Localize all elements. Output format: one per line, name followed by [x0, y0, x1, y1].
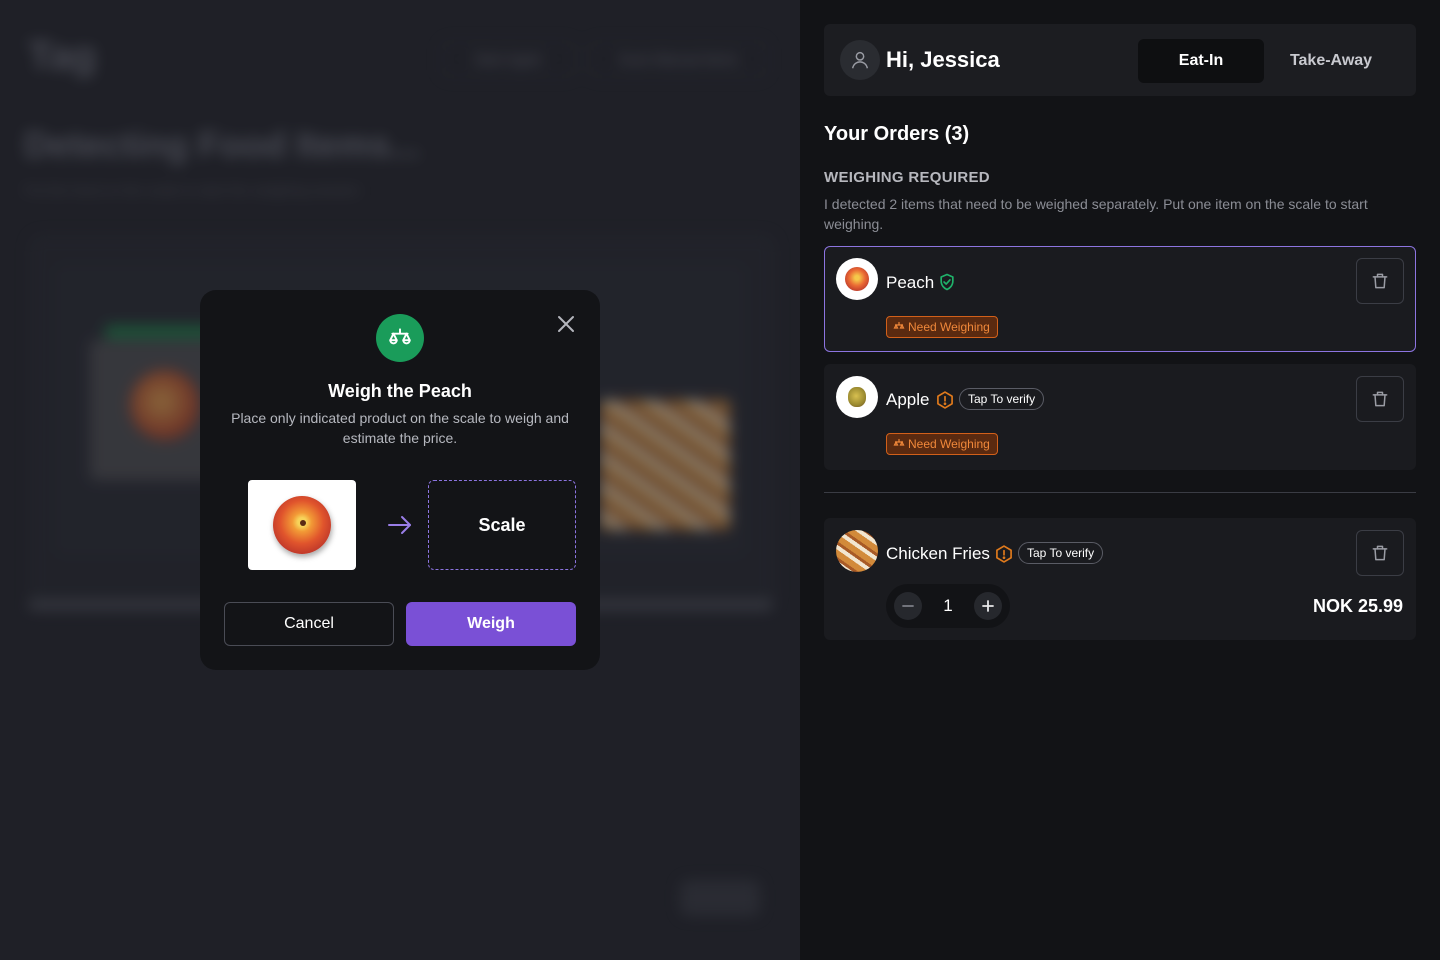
delete-button[interactable]	[1356, 258, 1404, 304]
detecting-title: Detecting Food Items...	[24, 124, 421, 165]
cancel-button[interactable]: Cancel	[224, 602, 394, 646]
trash-icon	[1372, 273, 1388, 289]
orders-title: Your Orders (3)	[824, 123, 970, 145]
help-button	[680, 880, 760, 916]
tap-to-verify-button[interactable]: Tap To verify	[959, 388, 1045, 410]
detected-fries	[600, 400, 730, 530]
start-again-button: Start Again	[440, 40, 576, 78]
badge-label: Need Weighing	[908, 320, 990, 334]
divider	[824, 492, 1416, 493]
chicken-fries-thumbnail	[836, 530, 878, 572]
modal-title: Weigh the Peach	[328, 381, 472, 401]
scale-target: Scale	[428, 480, 576, 570]
take-away-tab[interactable]: Take-Away	[1268, 39, 1394, 83]
detecting-subtitle: Put the food on the scale to start the w…	[24, 182, 360, 198]
order-panel: Hi, Jessica Eat-In Take-Away Your Orders…	[800, 0, 1440, 960]
warning-icon	[935, 390, 955, 410]
greeting: Hi, Jessica	[886, 47, 1000, 72]
quantity-stepper: 1	[886, 584, 1010, 628]
avatar[interactable]	[840, 40, 880, 80]
weighing-heading: WEIGHING REQUIRED	[824, 169, 990, 186]
trash-icon	[1372, 545, 1388, 561]
item-name: Chicken Fries	[886, 544, 990, 563]
dining-mode-toggle: Eat-In Take-Away	[1138, 39, 1402, 83]
item-name: Apple	[886, 390, 930, 409]
close-icon[interactable]	[554, 312, 578, 336]
app-logo: Tag	[28, 34, 97, 78]
arrow-right-icon	[386, 513, 414, 537]
item-price: NOK 25.99	[1312, 596, 1403, 616]
order-item-apple[interactable]: Apple Tap To verify Need Weighing	[824, 364, 1416, 470]
user-header: Hi, Jessica Eat-In Take-Away	[824, 24, 1416, 96]
minus-icon	[902, 605, 914, 607]
warning-icon	[994, 544, 1014, 564]
quantity-value: 1	[943, 596, 953, 615]
modal-description: Place only indicated product on the scal…	[231, 410, 569, 446]
delete-button[interactable]	[1356, 376, 1404, 422]
delete-button[interactable]	[1356, 530, 1404, 576]
need-weighing-badge: Need Weighing	[886, 433, 998, 455]
order-item-chicken-fries[interactable]: Chicken Fries Tap To verify 1 NOK 25.99	[824, 518, 1416, 640]
verified-shield-icon	[937, 272, 957, 292]
scale-icon	[376, 314, 424, 362]
tap-to-verify-button[interactable]: Tap To verify	[1018, 542, 1104, 564]
eat-in-tab[interactable]: Eat-In	[1138, 39, 1264, 83]
order-item-peach[interactable]: Peach Need Weighing	[824, 246, 1416, 352]
decrease-button[interactable]	[894, 592, 922, 620]
peach-image	[273, 496, 331, 554]
need-weighing-badge: Need Weighing	[886, 316, 998, 338]
weigh-modal: Weigh the Peach Place only indicated pro…	[200, 290, 600, 670]
trash-icon	[1372, 391, 1388, 407]
product-image	[248, 480, 356, 570]
scan-manual-button: Scan Manual Items	[588, 40, 768, 78]
plus-icon	[982, 600, 994, 612]
peach-thumbnail	[836, 258, 878, 300]
item-name: Peach	[886, 273, 935, 292]
weigh-button[interactable]: Weigh	[406, 602, 576, 646]
badge-label: Need Weighing	[908, 437, 990, 451]
detection-label	[105, 325, 215, 339]
detected-peach	[130, 370, 200, 440]
increase-button[interactable]	[974, 592, 1002, 620]
weighing-description: I detected 2 items that need to be weigh…	[824, 196, 1368, 232]
apple-thumbnail	[836, 376, 878, 418]
